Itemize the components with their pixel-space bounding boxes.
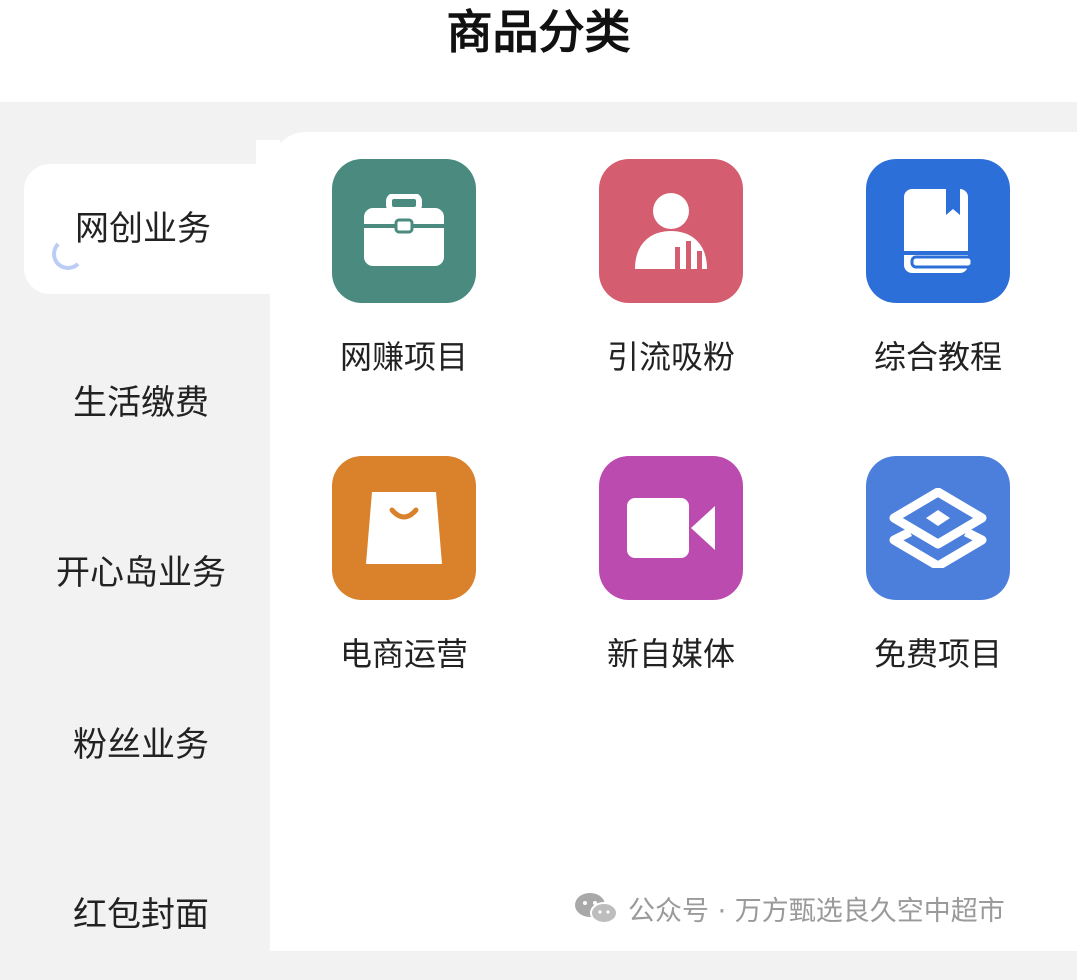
watermark-text: 公众号 · 万方甄选良久空中超市 xyxy=(628,895,1005,927)
sidebar-item-label: 开心岛业务 xyxy=(56,553,226,593)
active-indicator-icon xyxy=(52,238,84,270)
category-item-wangzhuan[interactable]: 网赚项目 xyxy=(304,159,504,399)
sidebar-item-label: 粉丝业务 xyxy=(73,725,209,765)
sidebar-item-kaixindao[interactable]: 开心岛业务 xyxy=(0,508,282,638)
book-icon xyxy=(904,189,974,273)
category-tile xyxy=(866,456,1010,600)
sidebar-item-hongbao[interactable]: 红包封面 xyxy=(0,850,282,980)
category-tile xyxy=(332,159,476,303)
wechat-icon xyxy=(575,893,618,924)
sidebar-item-fensi[interactable]: 粉丝业务 xyxy=(0,680,282,810)
category-item-yinliu[interactable]: 引流吸粉 xyxy=(571,159,771,399)
sidebar-item-label: 网创业务 xyxy=(75,209,211,249)
layers-icon xyxy=(889,488,987,568)
video-camera-icon xyxy=(627,498,715,558)
category-label: 新自媒体 xyxy=(606,635,735,673)
sidebar-item-label: 红包封面 xyxy=(73,895,209,935)
category-label: 综合教程 xyxy=(873,338,1002,376)
category-tile xyxy=(599,159,743,303)
user-icon xyxy=(635,193,707,269)
category-tile xyxy=(866,159,1010,303)
category-item-dianshang[interactable]: 电商运营 xyxy=(304,456,504,696)
watermark: 公众号 · 万方甄选良久空中超市 xyxy=(574,888,1005,928)
page-title: 商品分类 xyxy=(446,5,631,59)
category-label: 电商运营 xyxy=(339,635,468,673)
sidebar-item-wangchuang[interactable]: 网创业务 xyxy=(24,164,274,294)
category-label: 免费项目 xyxy=(873,635,1002,673)
category-item-zimeiti[interactable]: 新自媒体 xyxy=(571,456,771,696)
category-tile xyxy=(599,456,743,600)
sidebar-item-label: 生活缴费 xyxy=(73,383,209,423)
category-tile xyxy=(332,456,476,600)
category-label: 引流吸粉 xyxy=(606,338,735,376)
category-sidebar: 网创业务 生活缴费 开心岛业务 粉丝业务 红包封面 xyxy=(0,102,274,951)
category-item-mianfei[interactable]: 免费项目 xyxy=(838,456,1038,696)
header-bar: 商品分类 xyxy=(0,0,1077,102)
category-item-jiaocheng[interactable]: 综合教程 xyxy=(838,159,1038,399)
shopping-bag-icon xyxy=(366,492,442,564)
panel-corner xyxy=(256,140,280,164)
briefcase-icon xyxy=(364,194,444,266)
sidebar-item-shenghuo[interactable]: 生活缴费 xyxy=(0,338,282,468)
category-label: 网赚项目 xyxy=(339,338,468,376)
